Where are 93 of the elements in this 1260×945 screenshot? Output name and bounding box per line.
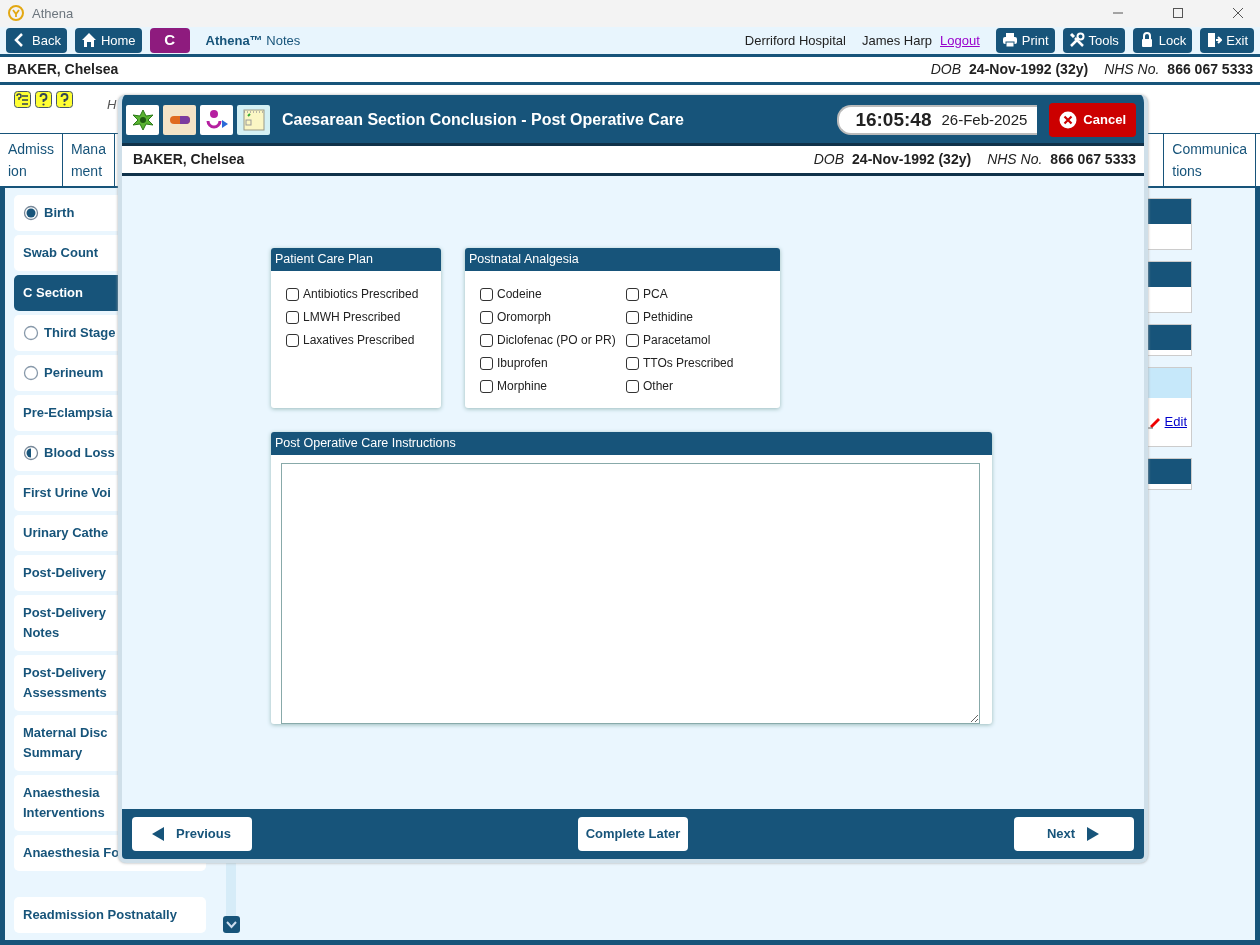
checkbox-label: Ibuprofen: [497, 355, 548, 373]
triangle-left-icon: [150, 826, 166, 842]
patient-name: BAKER, Chelsea: [133, 150, 245, 169]
checkbox-label: Oromorph: [497, 309, 552, 327]
print-button[interactable]: Print: [995, 27, 1055, 53]
checkbox[interactable]: [480, 379, 493, 393]
checkbox-option[interactable]: Oromorph: [480, 305, 626, 329]
checkbox[interactable]: [626, 356, 639, 370]
checkbox[interactable]: [480, 356, 493, 370]
nhs-label: NHS No.: [987, 150, 1043, 169]
status-circle-icon: [23, 325, 39, 341]
nhs-number: 866 067 5333: [1167, 60, 1253, 80]
previous-button[interactable]: Previous: [132, 817, 252, 851]
card-title: Postnatal Analgesia: [465, 248, 780, 271]
date-of-birth: 24-Nov-1992 (32y): [852, 150, 972, 169]
info-text: H: [107, 96, 117, 115]
cancel-button[interactable]: Cancel: [1049, 103, 1136, 137]
checkbox[interactable]: [480, 333, 493, 347]
checkbox-option[interactable]: Diclofenac (PO or PR): [480, 328, 626, 352]
edit-link[interactable]: Edit: [1164, 412, 1187, 432]
chevron-down-icon: [223, 916, 240, 933]
close-circle-icon: [1059, 111, 1078, 129]
checkbox-label: Morphine: [497, 378, 548, 396]
sidebar-item[interactable]: Readmission Postnatally: [14, 897, 206, 933]
dob-label: DOB: [930, 60, 962, 80]
checkbox[interactable]: [480, 310, 493, 324]
dialog-title: Caesarean Section Conclusion - Post Operative Care: [282, 110, 684, 130]
date-text: 26-Feb-2025: [941, 109, 1028, 130]
card-title: Patient Care Plan: [271, 248, 441, 271]
checkbox-label: PCA: [643, 286, 668, 304]
date-of-birth: 24-Nov-1992 (32y): [969, 60, 1089, 80]
checkbox[interactable]: [626, 333, 639, 347]
user-badge: C: [149, 27, 190, 53]
checkbox-option[interactable]: Morphine: [480, 374, 626, 398]
back-button[interactable]: Back: [6, 27, 67, 53]
exit-door-icon: [1206, 32, 1223, 49]
checkbox-option[interactable]: Ibuprofen: [480, 351, 626, 375]
status-circle-icon: [23, 445, 39, 461]
close-icon: [1232, 7, 1244, 20]
checkbox-label: Pethidine: [643, 309, 694, 327]
checkbox-label: Antibiotics Prescribed: [303, 286, 419, 304]
checkbox[interactable]: [626, 379, 639, 393]
checkbox[interactable]: [480, 287, 493, 301]
checkbox[interactable]: [626, 287, 639, 301]
checkbox-option[interactable]: Laxatives Prescribed: [286, 328, 426, 352]
exit-button[interactable]: Exit: [1200, 27, 1254, 53]
app-name: Athena™ Notes: [205, 31, 301, 50]
checkbox-label: Laxatives Prescribed: [303, 332, 415, 350]
checkbox-label: Paracetamol: [643, 332, 711, 350]
checkbox[interactable]: [286, 287, 299, 301]
maximize-icon: [1172, 7, 1184, 20]
time-text: 16:05:48: [855, 107, 932, 132]
user-name: James Harp: [861, 31, 932, 50]
status-circle-icon: [23, 365, 39, 381]
checkbox-option[interactable]: Codeine: [480, 282, 626, 306]
tools-button[interactable]: Tools: [1062, 27, 1125, 53]
checkbox-label: Diclofenac (PO or PR): [497, 332, 616, 350]
pencil-icon: [1146, 415, 1161, 429]
dob-label: DOB: [813, 150, 845, 169]
complete-later-button[interactable]: Complete Later: [577, 817, 689, 851]
app-logo-icon: [8, 5, 24, 22]
printer-icon: [1001, 32, 1018, 49]
notepad-icon: [240, 107, 267, 133]
help-icon: [56, 91, 73, 109]
checkbox-label: Other: [643, 378, 673, 396]
help-list-icon: [14, 91, 31, 109]
nhs-number: 866 067 5333: [1050, 150, 1136, 169]
card-title: Post Operative Care Instructions: [271, 432, 992, 455]
checkbox-option[interactable]: Antibiotics Prescribed: [286, 282, 426, 306]
checkbox[interactable]: [626, 310, 639, 324]
checkbox-option[interactable]: PCA: [626, 282, 765, 306]
checkbox-option[interactable]: Paracetamol: [626, 328, 765, 352]
checkbox-label: LMWH Prescribed: [303, 309, 401, 327]
checkbox[interactable]: [286, 310, 299, 324]
patient-name: BAKER, Chelsea: [7, 60, 119, 80]
hospital-name: Derriford Hospital: [744, 31, 846, 50]
house-icon: [80, 32, 97, 49]
next-button[interactable]: Next: [1014, 817, 1134, 851]
logout-link[interactable]: Logout: [940, 30, 980, 51]
checkbox-option[interactable]: Pethidine: [626, 305, 765, 329]
home-button[interactable]: Home: [74, 27, 142, 53]
help-icon: [35, 91, 52, 109]
tools-icon: [1068, 32, 1085, 49]
checkbox-option[interactable]: LMWH Prescribed: [286, 305, 426, 329]
nhs-label: NHS No.: [1104, 60, 1160, 80]
checkbox-label: TTOs Prescribed: [643, 355, 734, 373]
status-circle-icon: [23, 205, 39, 221]
checkbox-label: Codeine: [497, 286, 542, 304]
checkbox[interactable]: [286, 333, 299, 347]
window-title: Athena: [32, 4, 74, 23]
checkbox-option[interactable]: Other: [626, 374, 765, 398]
lock-button[interactable]: Lock: [1132, 27, 1193, 53]
checkbox-option[interactable]: TTOs Prescribed: [626, 351, 765, 375]
